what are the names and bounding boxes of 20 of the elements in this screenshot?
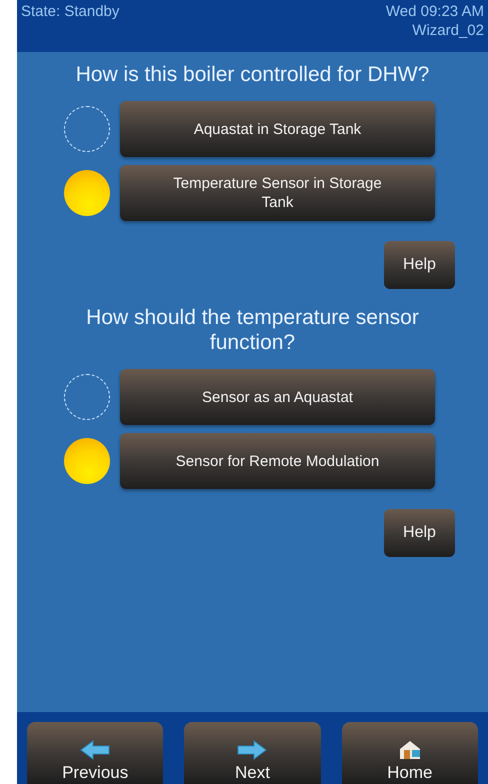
previous-button[interactable]: Previous [27,722,164,784]
option-button[interactable]: Sensor for Remote Modulation [120,433,435,489]
radio-button[interactable] [64,438,110,484]
next-button[interactable]: Next [184,722,321,784]
screen-id: Wizard_02 [412,21,484,40]
arrow-right-icon [236,740,268,760]
option-button[interactable]: Sensor as an Aquastat [120,369,435,425]
arrow-left-icon [79,740,112,760]
clock-text: Wed 09:23 AM [386,2,484,21]
home-button[interactable]: Home [342,722,478,784]
radio-button[interactable] [64,170,110,216]
question-text: How is this boiler controlled for DHW? [74,62,430,88]
option-button[interactable]: Temperature Sensor in Storage Tank [120,165,435,221]
question-text: How should the temperature sensor function? [85,305,420,356]
help-button[interactable]: Help [384,509,455,557]
radio-button[interactable] [64,374,110,420]
option-button[interactable]: Aquastat in Storage Tank [120,101,435,157]
help-button[interactable]: Help [384,241,455,289]
state-text: State: Standby [21,2,120,22]
radio-button[interactable] [64,106,110,152]
